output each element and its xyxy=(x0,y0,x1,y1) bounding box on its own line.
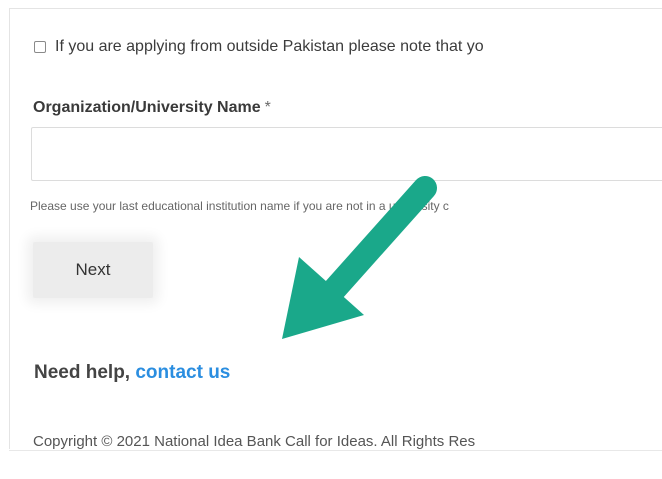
org-name-label: Organization/University Name * xyxy=(33,99,271,117)
outside-pakistan-checkbox-row[interactable]: If you are applying from outside Pakista… xyxy=(34,38,484,56)
outside-pakistan-notice: If you are applying from outside Pakista… xyxy=(55,38,484,55)
need-help-line: Need help, contact us xyxy=(34,362,230,384)
org-name-help-text: Please use your last educational institu… xyxy=(30,199,449,213)
contact-us-link[interactable]: contact us xyxy=(135,362,230,383)
need-help-text: Need help, xyxy=(34,362,136,383)
panel-divider xyxy=(9,450,662,451)
required-marker: * xyxy=(264,99,271,116)
org-name-input[interactable] xyxy=(31,127,662,181)
outside-pakistan-checkbox[interactable] xyxy=(34,41,46,53)
next-button[interactable]: Next xyxy=(33,242,153,298)
copyright-text: Copyright © 2021 National Idea Bank Call… xyxy=(33,433,476,450)
org-name-label-text: Organization/University Name xyxy=(33,99,261,116)
